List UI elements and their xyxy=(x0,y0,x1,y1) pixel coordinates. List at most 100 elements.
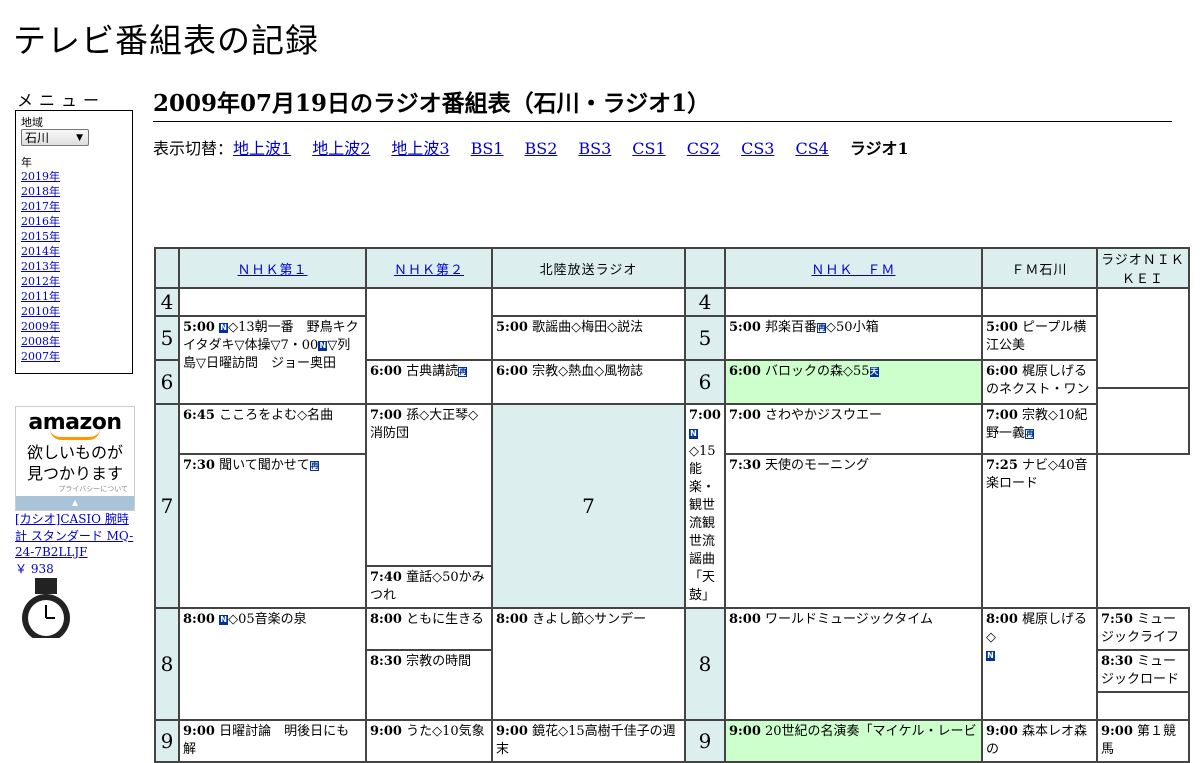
program-time: 8:00 xyxy=(496,612,528,627)
program-time: 6:00 xyxy=(985,364,1018,379)
rebroadcast-icon: 再 xyxy=(817,323,827,333)
program-cell[interactable]: 9:00 うた◇10気象 xyxy=(365,719,493,763)
channel-header-nhk2: ＮＨＫ第２ xyxy=(365,247,493,289)
program-cell[interactable]: 9:00 森本レオ森の xyxy=(980,719,1098,763)
program-time: 9:00 xyxy=(728,724,761,739)
hour-cell: 6 xyxy=(154,359,180,405)
year-link[interactable]: 2010年 xyxy=(21,304,127,319)
program-time: 7:00 xyxy=(370,408,402,423)
program-cell[interactable]: 6:45 こころをよむ◇名曲 xyxy=(178,403,367,455)
program-title: 天使のモーニング xyxy=(765,458,870,473)
program-cell[interactable]: 6:00 バロックの森◇55天 xyxy=(723,359,983,405)
program-title: ◇05音楽の泉 xyxy=(228,612,307,627)
program-cell[interactable]: 7:00 N ◇15能楽・観世流観世流謡曲「天鼓」 xyxy=(684,403,726,609)
program-cell[interactable]: 6:00 古典講読再 xyxy=(365,359,493,405)
hour-cell: 7 xyxy=(491,403,686,609)
hour-cell: 6 xyxy=(684,359,726,405)
region-select[interactable]: 石川 ▼ xyxy=(21,129,89,146)
program-cell xyxy=(491,287,686,317)
switch-link-cs4[interactable]: CS4 xyxy=(795,139,828,158)
weather-icon: 天 xyxy=(869,367,879,377)
year-link[interactable]: 2009年 xyxy=(21,319,127,334)
ad-privacy-link[interactable]: プライバシーについて xyxy=(16,484,134,494)
switch-link-cs1[interactable]: CS1 xyxy=(632,139,665,158)
program-cell[interactable]: 7:30 天使のモーニング xyxy=(723,453,983,609)
program-time: 5:00 xyxy=(496,320,528,335)
program-cell[interactable]: 9:00 第１競馬 xyxy=(1095,719,1190,763)
year-link[interactable]: 2011年 xyxy=(21,289,127,304)
switch-link-terrestrial2[interactable]: 地上波2 xyxy=(312,139,370,158)
channel-link[interactable]: ＮＨＫ第１ xyxy=(237,263,307,278)
program-time: 7:50 xyxy=(1100,612,1133,627)
program-cell[interactable]: 8:00 N◇05音楽の泉 xyxy=(178,607,367,721)
program-cell[interactable]: 9:00 鏡花◇15高樹千佳子の週末 xyxy=(491,719,686,763)
program-cell[interactable]: 5:00 ピープル横江公美 xyxy=(980,315,1098,361)
year-link[interactable]: 2019年 xyxy=(21,169,127,184)
program-time: 5:00 xyxy=(985,320,1018,335)
ad-copy-line: 欲しいものが xyxy=(26,443,123,462)
program-cell[interactable]: 7:25 ナビ◇40音楽ロード xyxy=(980,453,1098,609)
schedule-row: 5 5:00 N◇13朝一番 野鳥キクイタダキ▽体操▽7・00N▽列島▽日曜訪問… xyxy=(154,315,1189,405)
switch-link-terrestrial1[interactable]: 地上波1 xyxy=(233,139,291,158)
news-icon: N xyxy=(689,429,698,439)
program-cell[interactable]: 7:40 童話◇50かみつれ xyxy=(365,565,493,609)
program-cell[interactable]: 9:00 20世紀の名演奏「マイケル・レービ xyxy=(723,719,983,763)
amazon-ad-banner[interactable]: amazon 欲しいものが 見つかります プライバシーについて ▲ xyxy=(15,406,135,511)
program-cell[interactable]: 7:00 孫◇大正琴◇消防団 xyxy=(365,403,493,567)
program-cell[interactable]: 8:00 ワールドミュージックタイム xyxy=(723,607,983,721)
amazon-logo: amazon xyxy=(28,410,122,435)
switch-link-terrestrial3[interactable]: 地上波3 xyxy=(391,139,449,158)
rebroadcast-icon: 再 xyxy=(309,461,319,471)
year-link[interactable]: 2008年 xyxy=(21,334,127,349)
program-cell[interactable]: 7:00 さわやかジスウエー xyxy=(723,403,983,455)
year-link[interactable]: 2012年 xyxy=(21,274,127,289)
ad-expand-bar[interactable]: ▲ xyxy=(16,496,134,510)
year-link[interactable]: 2018年 xyxy=(21,184,127,199)
year-link[interactable]: 2017年 xyxy=(21,199,127,214)
year-link[interactable]: 2007年 xyxy=(21,349,127,364)
switch-link-cs3[interactable]: CS3 xyxy=(741,139,774,158)
program-cell[interactable]: 5:00 N◇13朝一番 野鳥キクイタダキ▽体操▽7・00N▽列島▽日曜訪問 ジ… xyxy=(178,315,367,405)
ad-product-link[interactable]: [カシオ]CASIO 腕時計 スタンダード MQ-24-7B2LLJF xyxy=(15,511,139,561)
channel-link[interactable]: ＮＨＫ第２ xyxy=(394,263,464,278)
program-cell[interactable]: 8:30 ミュージックロード xyxy=(1095,649,1190,693)
program-cell[interactable]: 6:00 梶原しげるのネクスト・ワン xyxy=(980,359,1098,405)
program-time: 8:30 xyxy=(1100,654,1133,669)
program-cell xyxy=(178,287,367,317)
switch-link-cs2[interactable]: CS2 xyxy=(687,139,720,158)
program-cell[interactable]: 7:50 ミュージックライフ xyxy=(1095,607,1190,651)
watch-product-image[interactable] xyxy=(17,578,87,638)
program-title: うた◇10気象 xyxy=(406,724,485,739)
program-title: ともに生きる xyxy=(406,612,484,627)
year-link[interactable]: 2016年 xyxy=(21,214,127,229)
program-cell[interactable]: 5:00 邦楽百番再◇50小箱 xyxy=(723,315,983,361)
program-cell[interactable]: 7:00 宗教◇10紀野一義再 xyxy=(980,403,1098,455)
switch-link-bs3[interactable]: BS3 xyxy=(578,139,611,158)
program-cell[interactable]: 8:00 きよし節◇サンデー xyxy=(491,607,686,721)
switch-link-bs2[interactable]: BS2 xyxy=(524,139,557,158)
program-cell xyxy=(365,287,493,361)
program-cell[interactable]: 8:00 ともに生きる xyxy=(365,607,493,651)
program-time: 9:00 xyxy=(496,724,528,739)
program-cell[interactable]: 8:30 宗教の時間 xyxy=(365,649,493,721)
chevron-down-icon: ▼ xyxy=(76,133,83,143)
region-label: 地域 xyxy=(21,116,43,129)
program-cell[interactable]: 8:00 梶原しげる◇ N xyxy=(980,607,1098,721)
schedule-row: 9 9:00 日曜討論 明後日にも解 9:00 うた◇10気象 9:00 鏡花◇… xyxy=(154,719,1190,763)
ad-copy: 欲しいものが 見つかります xyxy=(16,442,134,484)
year-link[interactable]: 2015年 xyxy=(21,229,127,244)
program-cell[interactable]: 6:00 宗教◇熱血◇風物誌 xyxy=(491,359,686,405)
program-cell[interactable]: 9:00 日曜討論 明後日にも解 xyxy=(178,719,367,763)
site-title: テレビ番組表の記録 xyxy=(13,21,319,60)
program-cell xyxy=(1095,387,1190,455)
program-cell[interactable]: 7:30 聞いて聞かせて再 xyxy=(178,453,367,609)
program-time: 8:00 xyxy=(370,612,402,627)
switch-link-bs1[interactable]: BS1 xyxy=(471,139,504,158)
program-cell[interactable]: 5:00 歌謡曲◇梅田◇説法 xyxy=(491,315,686,361)
program-time: 9:00 xyxy=(1100,724,1133,739)
year-link[interactable]: 2013年 xyxy=(21,259,127,274)
program-time: 8:30 xyxy=(370,654,402,669)
channel-link[interactable]: ＮＨＫ ＦＭ xyxy=(811,263,895,278)
program-time: 8:00 xyxy=(728,612,761,627)
year-link[interactable]: 2014年 xyxy=(21,244,127,259)
